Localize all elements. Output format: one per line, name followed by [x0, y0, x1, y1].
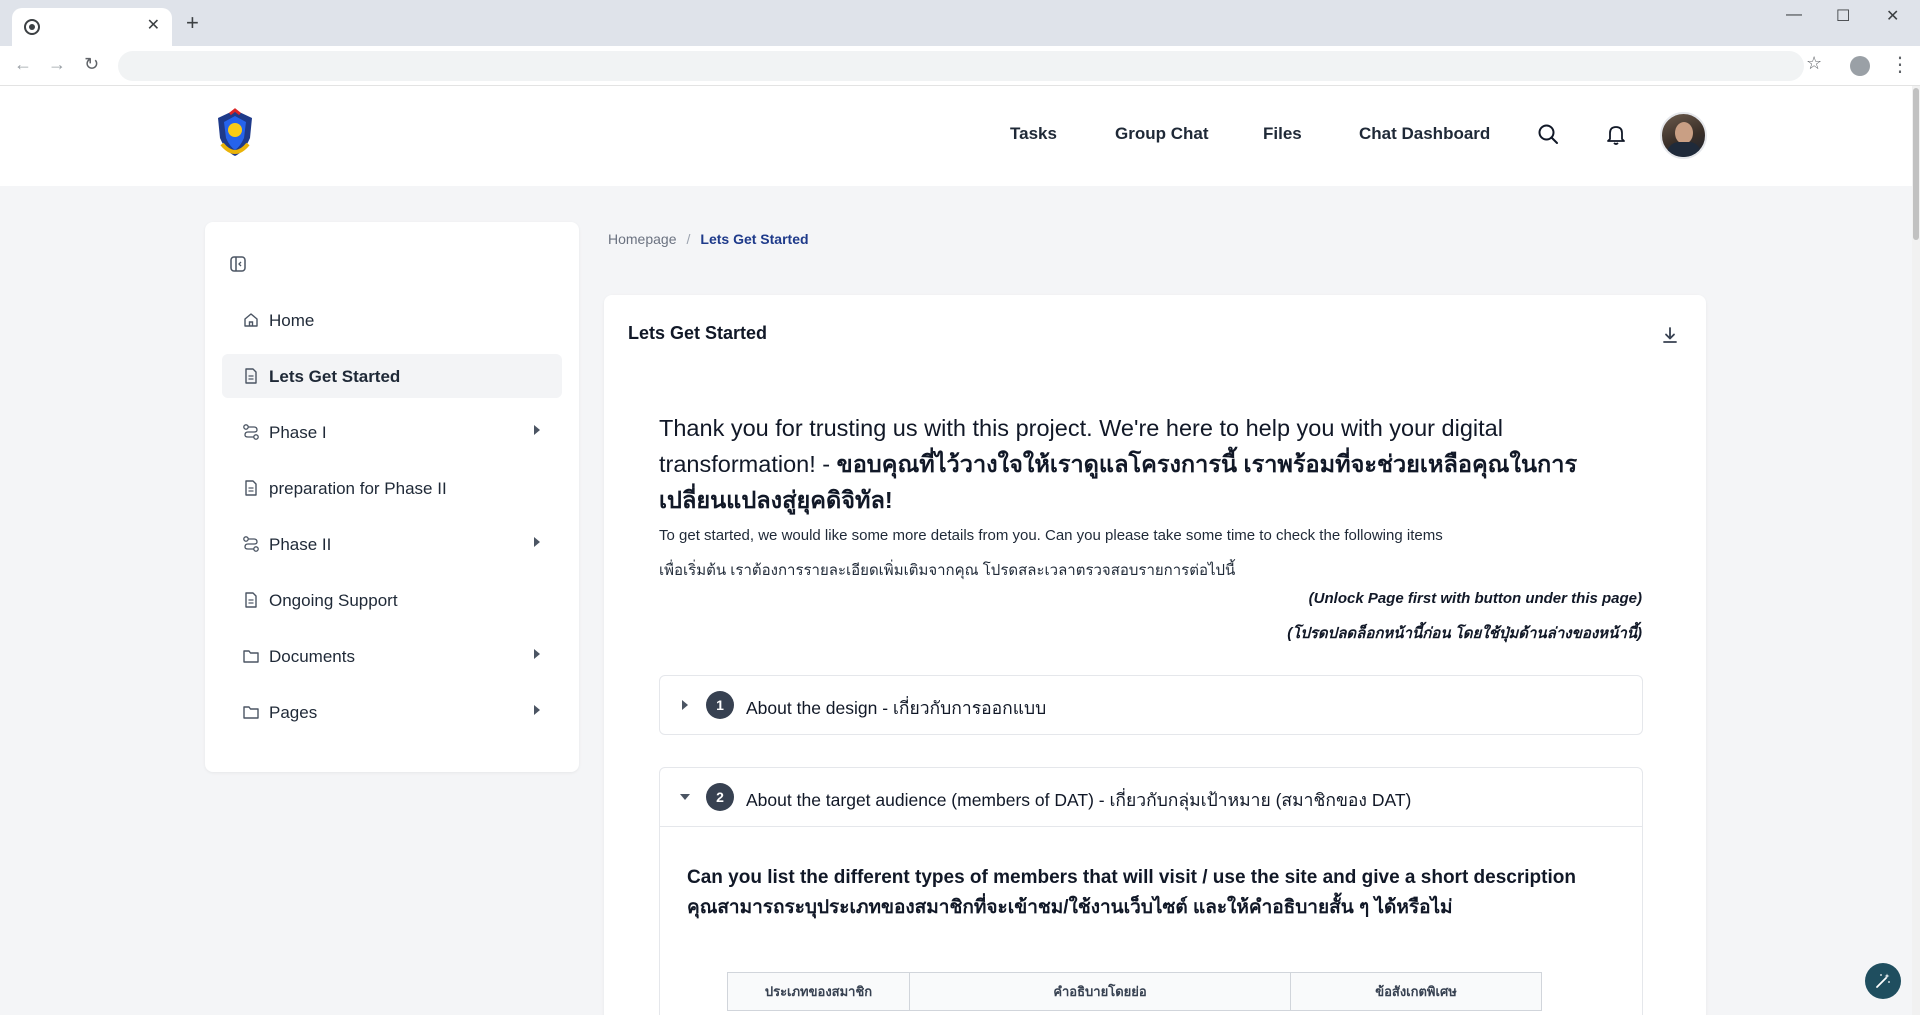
sidebar-item-label: Documents: [269, 647, 355, 666]
nav-files[interactable]: Files: [1263, 124, 1302, 144]
browser-profile-icon[interactable]: [1850, 56, 1870, 76]
sidebar-item-label: Phase I: [269, 423, 327, 442]
route-icon: [243, 536, 259, 552]
sidebar-item-phase-i[interactable]: Phase I: [222, 410, 562, 454]
section-header[interactable]: 1 About the design - เกี่ยวกับการออกแบบ: [660, 676, 1642, 734]
logo-icon[interactable]: [214, 108, 256, 158]
question-thai: คุณสามารถระบุประเภทของสมาชิกที่จะเข้าชม/…: [687, 897, 1453, 918]
maximize-button[interactable]: ☐: [1836, 6, 1850, 26]
sidebar-item-label: Phase II: [269, 535, 332, 554]
route-icon: [243, 424, 259, 440]
section-about-design: 1 About the design - เกี่ยวกับการออกแบบ: [659, 675, 1643, 735]
sidebar-item-preparation-for-phase-ii[interactable]: preparation for Phase II: [222, 466, 562, 510]
section-body: Can you list the different types of memb…: [660, 826, 1642, 1015]
document-icon: [245, 368, 257, 384]
back-icon[interactable]: ←: [14, 54, 32, 75]
nav-chat-dashboard[interactable]: Chat Dashboard: [1359, 124, 1490, 144]
table-header-row: ประเภทของสมาชิก คำอธิบายโดยย่อ ข้อสังเกต…: [727, 972, 1542, 1011]
chrome-favicon-icon: [24, 19, 40, 35]
unlock-note-thai: (โปรดปลดล็อกหน้านี้ก่อน โดยใช้ปุ่มด้านล่…: [1287, 625, 1642, 642]
intro-english: To get started, we would like some more …: [659, 527, 1443, 544]
address-input[interactable]: [118, 51, 1804, 81]
breadcrumb-current: Lets Get Started: [700, 231, 809, 247]
nav-group-chat[interactable]: Group Chat: [1115, 124, 1209, 144]
home-icon: [244, 313, 258, 327]
unlock-note-english: (Unlock Page first with button under thi…: [1308, 590, 1642, 607]
breadcrumb-separator: /: [686, 231, 691, 247]
caret-down-icon: [680, 794, 690, 800]
sidebar-item-lets-get-started[interactable]: Lets Get Started: [222, 354, 562, 398]
table-header-cell: คำอธิบายโดยย่อ: [909, 972, 1291, 1011]
tab-close-icon[interactable]: ✕: [147, 17, 160, 35]
browser-tab[interactable]: ✕: [12, 8, 172, 46]
caret-right-icon[interactable]: [534, 705, 540, 715]
sidebar-item-pages[interactable]: Pages: [222, 690, 562, 734]
avatar[interactable]: [1660, 112, 1707, 159]
page-title: Lets Get Started: [628, 323, 768, 343]
content-card: Lets Get Started Thank you for trusting …: [604, 295, 1706, 1015]
breadcrumb: Homepage / Lets Get Started: [608, 231, 809, 247]
section-number-badge: 2: [706, 783, 734, 811]
page-scrollbar[interactable]: [1912, 86, 1920, 1015]
sidebar-item-phase-ii[interactable]: Phase II: [222, 522, 562, 566]
section-target-audience: 2 About the target audience (members of …: [659, 767, 1643, 1015]
nav-tasks[interactable]: Tasks: [1010, 124, 1057, 144]
sidebar: Home Lets Get Started Phase I preparatio…: [205, 222, 579, 772]
members-table: ประเภทของสมาชิก คำอธิบายโดยย่อ ข้อสังเกต…: [727, 972, 1542, 1011]
caret-right-icon[interactable]: [534, 537, 540, 547]
sidebar-item-label: Pages: [269, 703, 318, 722]
magic-wand-button[interactable]: [1865, 963, 1901, 999]
caret-right-icon[interactable]: [534, 425, 540, 435]
sidebar-item-label: Home: [269, 311, 315, 330]
browser-tabbar: ✕ + — ☐ ✕: [0, 0, 1920, 46]
sidebar-item-home[interactable]: Home: [222, 298, 562, 342]
question-english: Can you list the different types of memb…: [687, 867, 1576, 888]
folder-icon: [243, 706, 259, 719]
download-icon[interactable]: [1660, 325, 1680, 345]
scrollbar-thumb[interactable]: [1913, 88, 1919, 240]
search-icon[interactable]: [1536, 122, 1560, 146]
sidebar-item-label: Lets Get Started: [269, 367, 401, 386]
sidebar-item-ongoing-support[interactable]: Ongoing Support: [222, 578, 562, 622]
close-window-button[interactable]: ✕: [1886, 6, 1899, 26]
folder-icon: [243, 650, 259, 663]
sidebar-item-label: preparation for Phase II: [269, 479, 447, 498]
magic-wand-icon: [1876, 973, 1890, 988]
browser-toolbar: ← → ↻ ☆ ⋮: [0, 46, 1920, 86]
document-icon: [245, 480, 257, 496]
question-text: Can you list the different types of memb…: [687, 863, 1587, 923]
document-icon: [245, 592, 257, 608]
browser-menu-icon[interactable]: ⋮: [1890, 52, 1910, 77]
table-header-cell: ข้อสังเกตพิเศษ: [1290, 972, 1542, 1011]
bookmark-star-icon[interactable]: ☆: [1806, 53, 1822, 74]
new-tab-button[interactable]: +: [186, 12, 199, 34]
sidebar-collapse-icon[interactable]: [229, 255, 247, 273]
caret-right-icon[interactable]: [534, 649, 540, 659]
bell-icon[interactable]: [1604, 122, 1628, 146]
section-title: About the design - เกี่ยวกับการออกแบบ: [746, 698, 1047, 718]
reload-icon[interactable]: ↻: [84, 54, 99, 75]
section-number-badge: 1: [706, 691, 734, 719]
sidebar-item-documents[interactable]: Documents: [222, 634, 562, 678]
caret-right-icon: [682, 700, 688, 710]
minimize-button[interactable]: —: [1786, 6, 1802, 24]
breadcrumb-home-link[interactable]: Homepage: [608, 231, 677, 247]
app-header: Tasks Group Chat Files Chat Dashboard: [0, 86, 1912, 186]
section-header[interactable]: 2 About the target audience (members of …: [660, 768, 1642, 826]
intro-thai: เพื่อเริ่มต้น เราต้องการรายละเอียดเพิ่มเ…: [659, 562, 1236, 579]
welcome-headline: Thank you for trusting us with this proj…: [659, 410, 1619, 518]
table-header-cell: ประเภทของสมาชิก: [727, 972, 910, 1011]
sidebar-item-label: Ongoing Support: [269, 591, 398, 610]
forward-icon[interactable]: →: [48, 54, 66, 75]
section-title: About the target audience (members of DA…: [746, 790, 1412, 810]
